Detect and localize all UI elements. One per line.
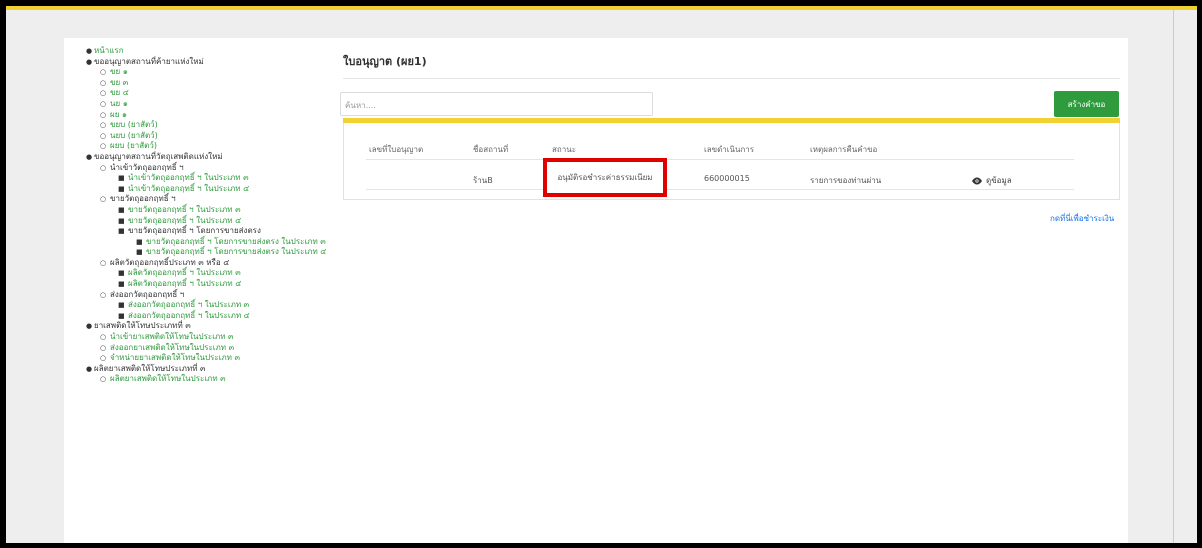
circle-bullet-icon: ○ (100, 354, 107, 363)
nav-group-sell: ○ ขายวัตถุออกฤทธิ์ ฯ (100, 194, 176, 204)
circle-bullet-icon: ○ (100, 333, 107, 342)
square-bullet-icon: ■ (136, 248, 143, 257)
square-bullet-icon: ■ (118, 174, 125, 183)
row-divider (366, 189, 1074, 190)
column-header-reason: เหตุผลการคืนคำขอ (810, 145, 878, 154)
bullet-icon: ● (86, 57, 93, 66)
square-bullet-icon: ■ (118, 227, 125, 236)
circle-bullet-icon: ○ (100, 131, 107, 140)
circle-bullet-icon: ○ (100, 195, 107, 204)
square-bullet-icon: ■ (118, 184, 125, 193)
column-header-status: สถานะ (552, 145, 576, 154)
square-bullet-icon: ■ (118, 311, 125, 320)
nav-item-home[interactable]: ● หน้าแรก (82, 46, 342, 57)
nav-item-ky4[interactable]: ○ ขย ๔ (82, 88, 342, 99)
nav-item-pyb[interactable]: ○ ผยบ (ยาสัตว์) (82, 141, 342, 152)
view-details-link[interactable]: ดูข้อมูล (971, 174, 1012, 187)
nav-group-import: ○ นำเข้าวัตถุออกฤทธิ์ ฯ (100, 162, 184, 172)
view-details-label: ดูข้อมูล (986, 176, 1012, 185)
circle-bullet-icon: ○ (100, 375, 107, 384)
cell-place-name: ร้านB (473, 176, 493, 185)
circle-bullet-icon: ○ (100, 89, 107, 98)
window-bottom-border (0, 543, 1202, 548)
square-bullet-icon: ■ (118, 216, 125, 225)
bullet-icon: ● (86, 152, 93, 161)
nav-item-narc-import[interactable]: ○ นำเข้ายาเสพติดให้โทษในประเภท ๓ (82, 332, 342, 343)
create-request-button[interactable]: สร้างคำขอ (1054, 91, 1119, 117)
circle-bullet-icon: ○ (100, 163, 107, 172)
scrollbar-track[interactable] (1173, 10, 1174, 543)
nav-item-import-3[interactable]: ■ นำเข้าวัตถุออกฤทธิ์ ฯ ในประเภท ๓ (82, 173, 342, 184)
nav-section-narcotic-produce: ● ผลิตยาเสพติดให้โทษประเภทที่ ๓ (86, 363, 206, 373)
column-header-place-name: ชื่อสถานที่ (473, 145, 509, 154)
status-badge: อนุมัติรอชำระค่าธรรมเนียม (543, 158, 667, 197)
bullet-icon: ● (86, 364, 93, 373)
nav-group-direct-sell: ■ ขายวัตถุออกฤทธิ์ ฯ โดยการขายส่งตรง (118, 226, 261, 236)
circle-bullet-icon: ○ (100, 121, 107, 130)
column-header-process-no: เลขดำเนินการ (704, 145, 755, 154)
window-left-border (0, 0, 6, 548)
nav-section-narcotic-cat3: ● ยาเสพติดให้โทษประเภทที่ ๓ (86, 321, 191, 331)
circle-bullet-icon: ○ (100, 99, 107, 108)
cell-process-no: 660000015 (704, 174, 750, 183)
table-accent-bar (343, 118, 1120, 123)
search-input[interactable]: ค้นหา.... (340, 92, 653, 116)
nav-item-kyb[interactable]: ○ ขยบ (ยาสัตว์) (82, 120, 342, 131)
circle-bullet-icon: ○ (100, 142, 107, 151)
square-bullet-icon: ■ (118, 301, 125, 310)
title-divider (343, 78, 1120, 79)
nav-group-produce: ○ ผลิตวัตถุออกฤทธิ์ประเภท ๓ หรือ ๔ (100, 257, 230, 267)
nav-item-import-4[interactable]: ■ นำเข้าวัตถุออกฤทธิ์ ฯ ในประเภท ๔ (82, 184, 342, 195)
nav-item-export-3[interactable]: ■ ส่งออกวัตถุออกฤทธิ์ ฯ ในประเภท ๓ (82, 300, 342, 311)
nav-item-sell-3[interactable]: ■ ขายวัตถุออกฤทธิ์ ฯ ในประเภท ๓ (82, 205, 342, 216)
nav-item-py1[interactable]: ○ ผย ๑ (82, 110, 342, 121)
nav-item-produce-4[interactable]: ■ ผลิตวัตถุออกฤทธิ์ ฯ ในประเภท ๔ (82, 279, 342, 290)
eye-icon (972, 177, 982, 184)
nav-item-ky1[interactable]: ○ ขย ๑ (82, 67, 342, 78)
nav-item-ky3[interactable]: ○ ขย ๓ (82, 78, 342, 89)
circle-bullet-icon: ○ (100, 343, 107, 352)
circle-bullet-icon: ○ (100, 68, 107, 77)
cell-reason: รายการของท่านผ่าน (810, 176, 882, 185)
nav-item-narc-produce[interactable]: ○ ผลิตยาเสพติดให้โทษในประเภท ๓ (82, 374, 342, 385)
nav-section-drug-store: ● ขออนุญาตสถานที่ค้ายาแห่งใหม่ (86, 56, 204, 66)
square-bullet-icon: ■ (118, 269, 125, 278)
square-bullet-icon: ■ (136, 237, 143, 246)
pay-fee-link[interactable]: กดที่นี่เพื่อชำระเงิน (1050, 212, 1114, 225)
page-title: ใบอนุญาต (ผย1) (343, 55, 427, 68)
circle-bullet-icon: ○ (100, 78, 107, 87)
nav-item-direct-sell-4[interactable]: ■ ขายวัตถุออกฤทธิ์ ฯ โดยการขายส่งตรง ในปร… (82, 247, 342, 258)
nav-item-nyb[interactable]: ○ นยบ (ยาสัตว์) (82, 131, 342, 142)
header-row-divider (366, 159, 1074, 160)
nav-item-narc-sell[interactable]: ○ จำหน่ายยาเสพติดให้โทษในประเภท ๓ (82, 353, 342, 364)
circle-bullet-icon: ○ (100, 110, 107, 119)
bullet-icon: ● (86, 47, 93, 55)
nav-item-produce-3[interactable]: ■ ผลิตวัตถุออกฤทธิ์ ฯ ในประเภท ๓ (82, 268, 342, 279)
sidebar-tree: ● หน้าแรก ● ขออนุญาตสถานที่ค้ายาแห่งใหม่ ○… (82, 46, 342, 385)
circle-bullet-icon: ○ (100, 290, 107, 299)
circle-bullet-icon: ○ (100, 258, 107, 267)
square-bullet-icon: ■ (118, 280, 125, 289)
nav-section-narcotics: ● ขออนุญาตสถานที่วัตถุเสพติดแห่งใหม่ (86, 151, 223, 161)
nav-item-narc-export[interactable]: ○ ส่งออกยาเสพติดให้โทษในประเภท ๓ (82, 343, 342, 354)
nav-item-export-4[interactable]: ■ ส่งออกวัตถุออกฤทธิ์ ฯ ในประเภท ๔ (82, 311, 342, 322)
nav-group-export: ○ ส่งออกวัตถุออกฤทธิ์ ฯ (100, 289, 185, 299)
nav-item-ny1[interactable]: ○ นย ๑ (82, 99, 342, 110)
square-bullet-icon: ■ (118, 205, 125, 214)
bullet-icon: ● (86, 322, 93, 331)
window-right-border (1197, 0, 1202, 548)
nav-item-sell-4[interactable]: ■ ขายวัตถุออกฤทธิ์ ฯ ในประเภท ๔ (82, 216, 342, 227)
nav-item-direct-sell-3[interactable]: ■ ขายวัตถุออกฤทธิ์ ฯ โดยการขายส่งตรง ในปร… (82, 237, 342, 248)
column-header-license-no: เลขที่ใบอนุญาต (369, 145, 424, 154)
